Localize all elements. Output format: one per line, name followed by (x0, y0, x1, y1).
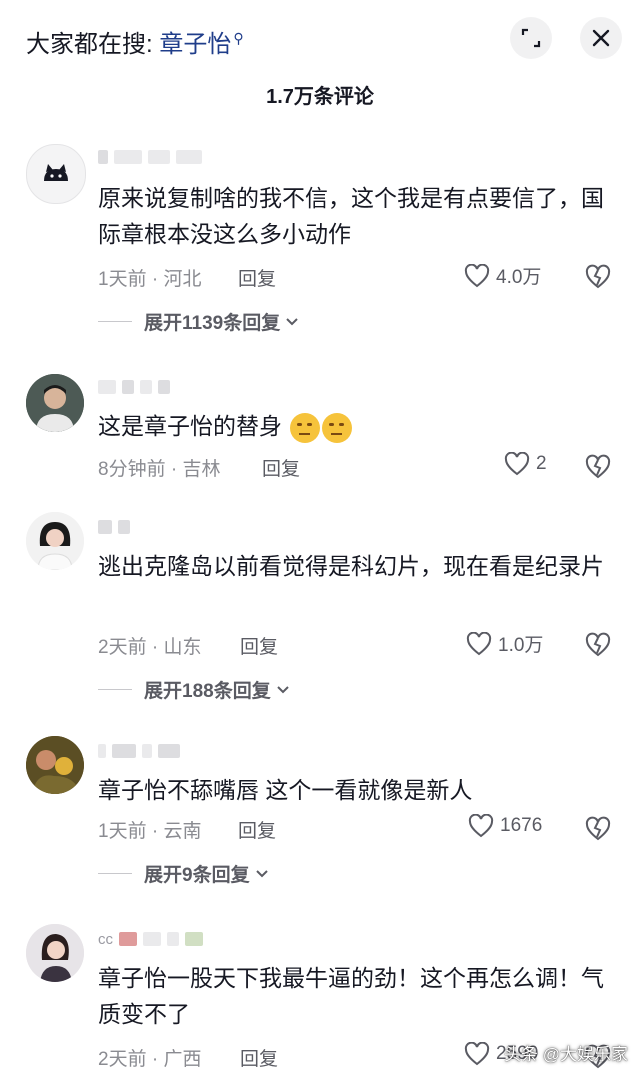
comment-meta: 8分钟前 · 吉林 (98, 459, 221, 480)
expand-button[interactable] (510, 17, 552, 59)
heart-icon (464, 263, 490, 287)
comment-text: 原来说复制啥的我不信，这个我是有点要信了，国际章根本没这么多小动作 (98, 185, 604, 247)
like-count: 1.0万 (498, 635, 544, 656)
cat-avatar-icon (44, 164, 68, 181)
comment-text: 这是章子怡的替身 (98, 408, 608, 444)
like-button[interactable]: 1676 (468, 814, 542, 838)
comment-time: 2天前 (98, 637, 147, 658)
comment-item: 章子怡不舔嘴唇 这个一看就像是新人 1天前 · 云南 回复 1676 展开9条回… (0, 736, 640, 886)
username-visible: cc (98, 930, 113, 948)
comments-header: 大家都在搜: 章子怡 ⚲ 1.7万条评论 (0, 0, 640, 120)
suggested-search[interactable]: 大家都在搜: 章子怡 ⚲ (26, 24, 244, 59)
thinking-emoji-icon (290, 412, 321, 443)
person-avatar-icon (26, 924, 84, 982)
reply-button[interactable]: 回复 (240, 632, 278, 659)
dislike-button[interactable] (584, 264, 612, 295)
username-blurred[interactable] (98, 742, 180, 760)
expand-replies-label: 展开188条回复 (144, 681, 271, 702)
avatar[interactable] (26, 374, 84, 432)
like-count: 1676 (500, 815, 543, 836)
search-icon: ⚲ (233, 30, 244, 46)
comment-item: 原来说复制啥的我不信，这个我是有点要信了，国际章根本没这么多小动作 1天前 · … (0, 144, 640, 344)
reply-button[interactable]: 回复 (262, 454, 300, 481)
comment-item: 这是章子怡的替身 8分钟前 · 吉林 回复 2 (0, 374, 640, 484)
reply-button[interactable]: 回复 (240, 1044, 278, 1071)
username-blurred[interactable] (98, 378, 170, 396)
comment-text-content: 这是章子怡的替身 (98, 413, 282, 439)
reply-button[interactable]: 回复 (238, 264, 276, 291)
divider (98, 873, 132, 874)
broken-heart-icon (585, 816, 611, 841)
avatar[interactable] (26, 144, 86, 204)
username-blurred[interactable] (98, 518, 130, 536)
avatar[interactable] (26, 924, 84, 982)
person-avatar-icon (26, 736, 84, 794)
chevron-down-icon (286, 317, 298, 325)
comment-location: 河北 (163, 269, 202, 290)
chevron-down-icon (255, 869, 268, 877)
comment-time: 8分钟前 (98, 459, 166, 480)
divider (98, 321, 132, 322)
expand-replies-label: 展开1139条回复 (144, 313, 281, 334)
comment-location: 吉林 (182, 459, 221, 480)
suggested-search-prefix: 大家都在搜: (26, 31, 160, 58)
close-icon (592, 29, 610, 47)
avatar[interactable] (26, 512, 84, 570)
broken-heart-icon (585, 264, 611, 289)
chevron-down-icon (276, 685, 289, 693)
comment-meta: 1天前 · 云南 (98, 821, 202, 842)
avatar[interactable] (26, 736, 84, 794)
like-button[interactable]: 2 (504, 452, 547, 476)
comment-text: 章子怡不舔嘴唇 这个一看就像是新人 (98, 777, 473, 803)
comment-text: 章子怡一股天下我最牛逼的劲！这个再怎么调！气质变不了 (98, 965, 604, 1027)
divider (98, 689, 132, 690)
username[interactable]: cc (98, 930, 203, 948)
heart-icon (504, 452, 530, 476)
like-button[interactable]: 1.0万 (466, 630, 543, 657)
comment-text: 逃出克隆岛以前看觉得是科幻片，现在看是纪录片 (98, 553, 604, 579)
broken-heart-icon (585, 632, 611, 657)
expand-icon (521, 28, 541, 48)
broken-heart-icon (585, 454, 611, 479)
expand-replies-button[interactable]: 展开9条回复 (98, 860, 270, 887)
expand-replies-label: 展开9条回复 (144, 865, 250, 886)
heart-icon (464, 1042, 490, 1066)
dislike-button[interactable] (584, 816, 612, 847)
comment-item: 逃出克隆岛以前看觉得是科幻片，现在看是纪录片 2天前 · 山东 回复 1.0万 … (0, 512, 640, 702)
comment-location: 云南 (163, 821, 202, 842)
like-button[interactable]: 4.0万 (464, 262, 541, 289)
comment-location: 山东 (163, 637, 202, 658)
like-count: 4.0万 (496, 267, 542, 288)
comment-meta: 2天前 · 广西 (98, 1049, 202, 1070)
heart-icon (466, 631, 492, 655)
heart-icon (468, 814, 494, 838)
person-avatar-icon (26, 512, 84, 570)
like-count: 2 (536, 453, 547, 474)
expand-replies-button[interactable]: 展开188条回复 (98, 676, 291, 703)
expand-replies-button[interactable]: 展开1139条回复 (98, 308, 300, 335)
comment-count: 1.7万条评论 (266, 86, 374, 108)
thinking-emoji-icon (322, 412, 353, 443)
comment-time: 2天前 (98, 1049, 147, 1070)
person-avatar-icon (26, 374, 84, 432)
comment-time: 1天前 (98, 821, 147, 842)
close-button[interactable] (580, 17, 622, 59)
suggested-search-keyword[interactable]: 章子怡 (159, 31, 231, 58)
comment-meta: 1天前 · 河北 (98, 269, 202, 290)
reply-button[interactable]: 回复 (238, 816, 276, 843)
username-blurred[interactable] (98, 148, 202, 166)
comment-time: 1天前 (98, 269, 147, 290)
watermark: 头条 @大娱乐家 (504, 1045, 628, 1064)
dislike-button[interactable] (584, 454, 612, 485)
comment-location: 广西 (163, 1049, 202, 1070)
dislike-button[interactable] (584, 632, 612, 663)
comment-meta: 2天前 · 山东 (98, 637, 202, 658)
